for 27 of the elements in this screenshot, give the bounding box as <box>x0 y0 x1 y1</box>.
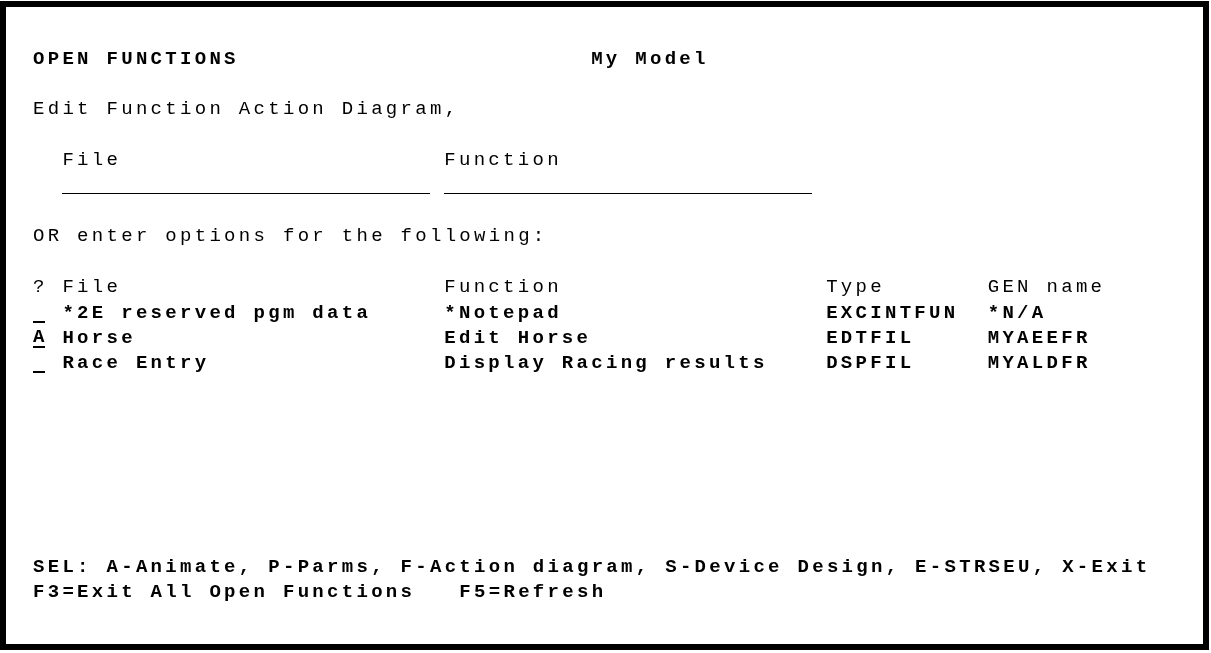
column-header: ? <box>33 277 48 298</box>
function-key-hint: F5=Refresh <box>459 581 607 602</box>
column-header: File <box>62 277 122 298</box>
screen-title: OPEN FUNCTIONS <box>33 48 239 69</box>
function-cell: Display Racing results <box>444 353 768 374</box>
column-header: Function <box>444 277 562 298</box>
gen-name-cell: *N/A <box>987 302 1047 323</box>
model-name: My Model <box>591 48 709 69</box>
selection-help: SEL: A-Animate, P-Parms, F-Action diagram, S-Device Design, E-STRSEU, X-Exit <box>33 556 1151 577</box>
type-cell: DSPFIL <box>826 353 915 374</box>
file-cell: *2E reserved pgm data <box>62 302 372 323</box>
function-cell: Edit Horse <box>444 328 592 348</box>
instruction-text: OR enter options for the following: <box>33 226 548 247</box>
column-header: GEN name <box>987 277 1106 298</box>
function-key-hint: F3=Exit All Open Functions <box>33 581 416 602</box>
type-cell: EDTFIL <box>826 328 915 348</box>
file-cell: Horse <box>62 328 136 348</box>
field-label: File <box>62 150 122 171</box>
prompt-text: Edit Function Action Diagram, <box>33 99 460 120</box>
gen-name-cell: MYAEEFR <box>987 328 1091 348</box>
gen-name-cell: MYALDFR <box>987 353 1091 374</box>
function-cell: *Notepad <box>444 302 562 323</box>
column-header: Type <box>826 277 885 298</box>
field-label: Function <box>444 150 562 171</box>
file-cell: Race Entry <box>62 353 210 374</box>
type-cell: EXCINTFUN <box>826 302 959 323</box>
option-field[interactable]: A <box>33 328 45 348</box>
